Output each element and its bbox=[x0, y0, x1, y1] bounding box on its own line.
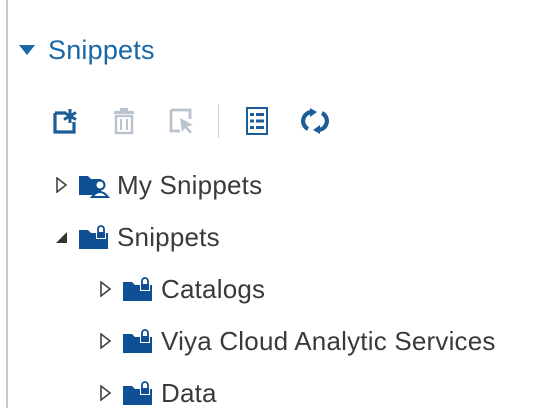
edit-button[interactable] bbox=[166, 105, 198, 137]
expand-triangle-icon[interactable] bbox=[96, 383, 114, 403]
list-view-button[interactable] bbox=[241, 105, 273, 137]
trash-icon bbox=[114, 108, 134, 135]
tree-item-snippets[interactable]: Snippets bbox=[52, 215, 220, 259]
refresh-button[interactable] bbox=[299, 105, 331, 137]
tree-item-label: Catalogs bbox=[161, 273, 266, 304]
delete-button[interactable] bbox=[108, 105, 140, 137]
user-folder-icon bbox=[78, 171, 112, 199]
snippets-panel: Snippets My Snippets Snippets Catalogs V… bbox=[0, 0, 560, 408]
locked-folder-icon bbox=[78, 223, 112, 251]
tree-item-data[interactable]: Data bbox=[96, 371, 217, 408]
expand-triangle-icon[interactable] bbox=[96, 331, 114, 351]
expand-triangle-icon[interactable] bbox=[96, 279, 114, 299]
tree-item-my-snippets[interactable]: My Snippets bbox=[52, 163, 262, 207]
tree-item-label: Snippets bbox=[117, 221, 220, 252]
list-icon bbox=[246, 107, 268, 135]
new-snippet-button[interactable] bbox=[50, 105, 82, 137]
edit-icon bbox=[169, 108, 193, 134]
collapse-triangle-icon[interactable] bbox=[52, 227, 70, 247]
panel-border bbox=[6, 0, 8, 408]
tree-item-label: Viya Cloud Analytic Services bbox=[161, 325, 496, 356]
refresh-icon bbox=[301, 108, 329, 134]
tree-item-label: My Snippets bbox=[117, 169, 263, 200]
locked-folder-icon bbox=[122, 327, 156, 355]
locked-folder-icon bbox=[122, 275, 156, 303]
locked-folder-icon bbox=[122, 379, 156, 407]
snippets-section-header[interactable]: Snippets bbox=[16, 30, 155, 70]
tree-item-viya-cas[interactable]: Viya Cloud Analytic Services bbox=[96, 319, 496, 363]
toolbar-separator bbox=[218, 104, 219, 138]
expand-triangle-icon[interactable] bbox=[52, 175, 70, 195]
tree-item-label: Data bbox=[161, 377, 217, 408]
caret-down-icon[interactable] bbox=[16, 39, 38, 61]
tree-item-catalogs[interactable]: Catalogs bbox=[96, 267, 265, 311]
snippets-toolbar bbox=[50, 101, 357, 141]
new-snippet-icon bbox=[53, 109, 77, 134]
section-title: Snippets bbox=[48, 34, 155, 65]
